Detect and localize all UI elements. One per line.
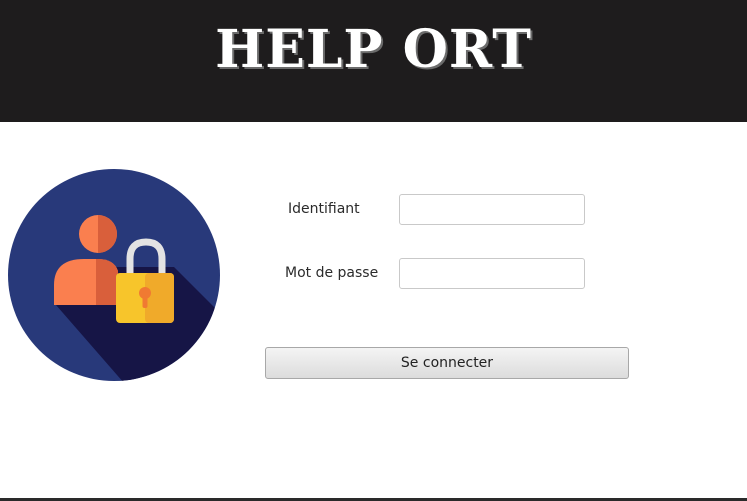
password-label: Mot de passe xyxy=(285,265,379,281)
app-title: HELP ORT xyxy=(215,19,532,80)
username-input[interactable] xyxy=(399,194,585,225)
lock-keyhole-slot xyxy=(142,293,148,308)
app-header: HELP ORT xyxy=(0,0,747,122)
user-body-shade xyxy=(96,259,118,305)
user-lock-icon xyxy=(8,169,220,381)
username-label: Identifiant xyxy=(288,201,360,217)
lock-body-shade xyxy=(145,273,174,323)
connect-button[interactable]: Se connecter xyxy=(265,347,629,379)
password-input[interactable] xyxy=(399,258,585,289)
